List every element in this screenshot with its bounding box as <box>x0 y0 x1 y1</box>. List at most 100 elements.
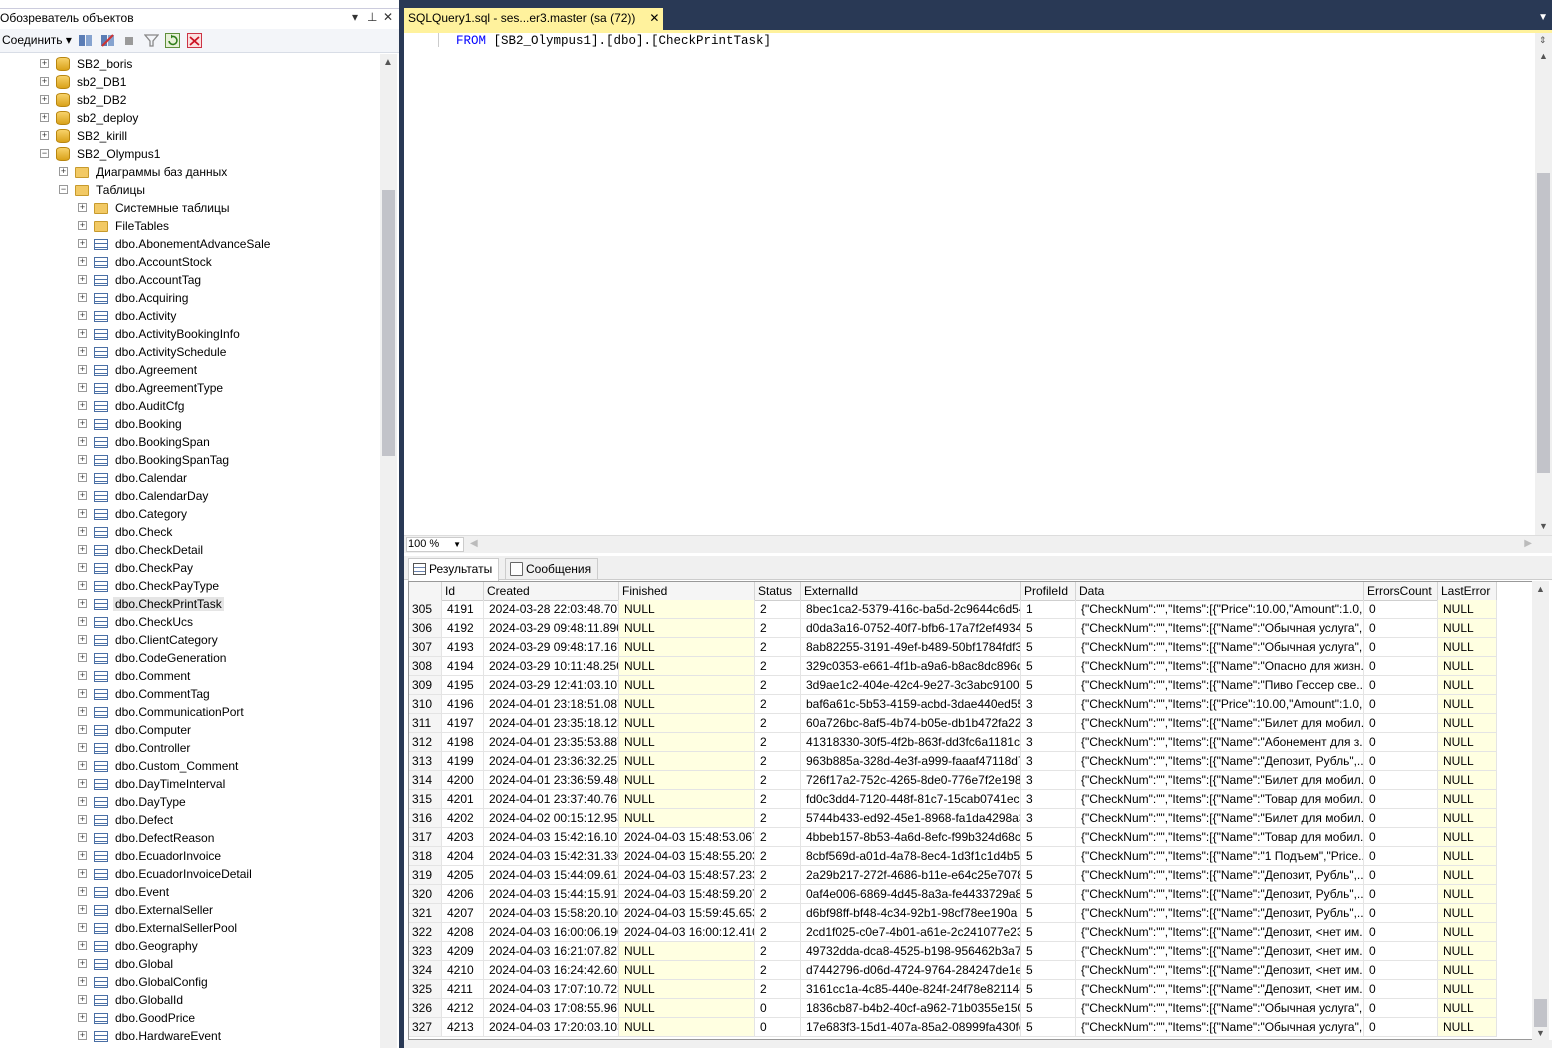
cell-lasterror[interactable]: NULL <box>1438 771 1497 790</box>
cell-status[interactable]: 2 <box>755 980 801 999</box>
column-header-lasterror[interactable]: LastError <box>1438 582 1497 601</box>
table-row[interactable]: 311 4197 2024-04-01 23:35:18.123 NULL 2 60a72… <box>409 714 1534 733</box>
pin-icon[interactable]: ⊥ <box>367 10 377 24</box>
column-header-errorscount[interactable]: ErrorsCount <box>1364 582 1438 601</box>
expand-icon[interactable]: + <box>78 941 87 950</box>
column-header-row-number[interactable] <box>409 582 442 601</box>
cell-id[interactable]: 4191 <box>442 600 484 619</box>
cell-finished[interactable]: 2024-04-03 15:48:59.207 <box>619 885 755 904</box>
cell-status[interactable]: 2 <box>755 695 801 714</box>
expand-icon[interactable]: + <box>40 131 49 140</box>
expand-icon[interactable]: + <box>78 851 87 860</box>
editor-vertical-scrollbar[interactable]: ⇕ ▲ ▼ <box>1535 33 1552 535</box>
tree-node-db[interactable]: + SB2_kirill <box>0 127 380 145</box>
cell-created[interactable]: 2024-03-29 09:48:17.167 <box>484 638 619 657</box>
cell-profileid[interactable]: 5 <box>1021 828 1076 847</box>
expand-icon[interactable]: + <box>78 689 87 698</box>
cell-errorscount[interactable]: 0 <box>1364 809 1438 828</box>
cell-finished[interactable]: 2024-04-03 15:48:57.233 <box>619 866 755 885</box>
tree-node-folder[interactable]: − Таблицы <box>0 181 380 199</box>
cell-created[interactable]: 2024-04-01 23:35:18.123 <box>484 714 619 733</box>
tree-node-table[interactable]: + dbo.Global <box>0 955 380 973</box>
tree-node-table[interactable]: + dbo.ExternalSellerPool <box>0 919 380 937</box>
cell-lasterror[interactable]: NULL <box>1438 980 1497 999</box>
cell-lasterror[interactable]: NULL <box>1438 619 1497 638</box>
cell-status[interactable]: 2 <box>755 923 801 942</box>
refresh-icon[interactable] <box>165 33 180 48</box>
tree-node-folder[interactable]: + FileTables <box>0 217 380 235</box>
cell-errorscount[interactable]: 0 <box>1364 714 1438 733</box>
cell-created[interactable]: 2024-04-03 16:00:06.190 <box>484 923 619 942</box>
expand-icon[interactable]: + <box>78 455 87 464</box>
cell-row-number[interactable]: 317 <box>409 828 442 847</box>
column-header-externalid[interactable]: ExternalId <box>801 582 1021 601</box>
tree-node-table[interactable]: + dbo.EcuadorInvoice <box>0 847 380 865</box>
cell-created[interactable]: 2024-04-01 23:36:59.480 <box>484 771 619 790</box>
expand-icon[interactable]: + <box>78 923 87 932</box>
cell-created[interactable]: 2024-04-01 23:35:53.887 <box>484 733 619 752</box>
cell-row-number[interactable]: 327 <box>409 1018 442 1037</box>
cell-finished[interactable]: NULL <box>619 1018 755 1037</box>
activity-monitor-icon[interactable] <box>187 33 202 48</box>
expand-icon[interactable]: + <box>78 707 87 716</box>
tree-node-table[interactable]: + dbo.AuditCfg <box>0 397 380 415</box>
expand-icon[interactable]: + <box>78 383 87 392</box>
scroll-up-icon[interactable]: ▲ <box>1536 584 1545 594</box>
expand-icon[interactable]: + <box>78 671 87 680</box>
cell-id[interactable]: 4208 <box>442 923 484 942</box>
tree-node-table[interactable]: + dbo.BookingSpanTag <box>0 451 380 469</box>
object-explorer-scrollbar[interactable]: ▲ <box>380 54 397 1048</box>
tree-node-table[interactable]: + dbo.Booking <box>0 415 380 433</box>
cell-errorscount[interactable]: 0 <box>1364 904 1438 923</box>
code-line[interactable]: FROM [SB2_Olympus1].[dbo].[CheckPrintTas… <box>456 34 771 48</box>
cell-row-number[interactable]: 326 <box>409 999 442 1018</box>
expand-icon[interactable]: + <box>78 653 87 662</box>
cell-lasterror[interactable]: NULL <box>1438 885 1497 904</box>
expand-icon[interactable]: + <box>78 365 87 374</box>
column-header-profileid[interactable]: ProfileId <box>1021 582 1076 601</box>
cell-errorscount[interactable]: 0 <box>1364 619 1438 638</box>
cell-finished[interactable]: 2024-04-03 15:48:55.203 <box>619 847 755 866</box>
cell-finished[interactable]: NULL <box>619 638 755 657</box>
tree-node-folder[interactable]: + Системные таблицы <box>0 199 380 217</box>
panel-dropdown-icon[interactable]: ▾ <box>352 10 358 24</box>
cell-finished[interactable]: NULL <box>619 657 755 676</box>
cell-errorscount[interactable]: 0 <box>1364 923 1438 942</box>
cell-data[interactable]: {"CheckNum":"","Items":[{"Price":10.00,"… <box>1076 600 1364 619</box>
cell-status[interactable]: 2 <box>755 638 801 657</box>
scroll-down-icon[interactable]: ▼ <box>1536 1028 1545 1038</box>
connect-button[interactable]: Соединить ▾ <box>2 33 72 47</box>
cell-lasterror[interactable]: NULL <box>1438 752 1497 771</box>
expand-icon[interactable]: + <box>78 635 87 644</box>
table-row[interactable]: 306 4192 2024-03-29 09:48:11.890 NULL 2 d0da3… <box>409 619 1534 638</box>
expand-icon[interactable]: + <box>78 509 87 518</box>
split-editor-icon[interactable]: ⇕ <box>1539 35 1547 46</box>
tree-node-table[interactable]: + dbo.Category <box>0 505 380 523</box>
cell-data[interactable]: {"CheckNum":"","Items":[{"Name":"Депозит… <box>1076 942 1364 961</box>
cell-profileid[interactable]: 5 <box>1021 657 1076 676</box>
cell-externalid[interactable]: 963b885a-328d-4e3f-a999-faaaf47118d7 <box>801 752 1021 771</box>
cell-status[interactable]: 2 <box>755 733 801 752</box>
cell-id[interactable]: 4195 <box>442 676 484 695</box>
column-header-status[interactable]: Status <box>755 582 801 601</box>
cell-status[interactable]: 2 <box>755 619 801 638</box>
filter-icon[interactable] <box>143 33 160 48</box>
tree-node-table[interactable]: + dbo.CheckPayType <box>0 577 380 595</box>
tree-node-table[interactable]: + dbo.CalendarDay <box>0 487 380 505</box>
cell-lasterror[interactable]: NULL <box>1438 999 1497 1018</box>
tree-node-table[interactable]: + dbo.CheckUcs <box>0 613 380 631</box>
cell-created[interactable]: 2024-04-03 17:08:55.967 <box>484 999 619 1018</box>
expand-icon[interactable]: + <box>78 617 87 626</box>
cell-finished[interactable]: NULL <box>619 676 755 695</box>
cell-profileid[interactable]: 5 <box>1021 942 1076 961</box>
scroll-right-icon[interactable]: ▶ <box>1524 538 1532 549</box>
table-row[interactable]: 313 4199 2024-04-01 23:36:32.257 NULL 2 963b8… <box>409 752 1534 771</box>
cell-created[interactable]: 2024-04-01 23:37:40.767 <box>484 790 619 809</box>
cell-id[interactable]: 4213 <box>442 1018 484 1037</box>
cell-status[interactable]: 2 <box>755 600 801 619</box>
cell-data[interactable]: {"CheckNum":"","Items":[{"Name":"Депозит… <box>1076 866 1364 885</box>
tree-node-table[interactable]: + dbo.AccountStock <box>0 253 380 271</box>
cell-data[interactable]: {"CheckNum":"","Items":[{"Name":"Билет д… <box>1076 714 1364 733</box>
scrollbar-thumb[interactable] <box>1537 173 1550 473</box>
cell-created[interactable]: 2024-03-29 10:11:48.250 <box>484 657 619 676</box>
